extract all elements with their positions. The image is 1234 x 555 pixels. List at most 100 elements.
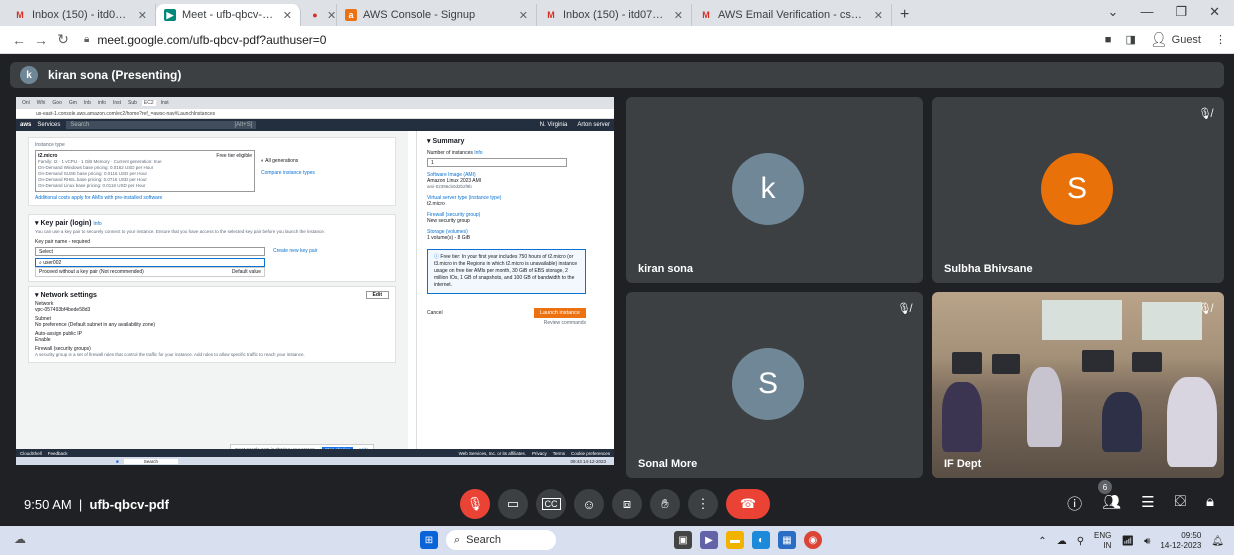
clock[interactable]: 09:50 14-12-2023 [1160, 531, 1201, 551]
instance-type-panel: Instance type t2.micro Free tier eligible… [28, 137, 396, 206]
participant-tile[interactable]: 🎙︎̸ S Sulbha Bhivsane [932, 97, 1224, 283]
minimize-button[interactable]: — [1140, 4, 1153, 20]
lock-icon: 🔒︎ [84, 34, 90, 45]
aws-footer: CloudShell Feedback Web Services, Inc. o… [16, 449, 614, 457]
video-camera-icon: ▭ [506, 496, 520, 511]
mic-off-icon: 🎙︎ [466, 496, 484, 511]
free-tier-box: ⓘ Free tier: In your first year includes… [427, 249, 586, 294]
key-pair-panel: ▾ Key pair (login) Info You can use a ke… [28, 214, 396, 282]
windows-start-icon[interactable]: ⊞ [420, 531, 438, 549]
reload-icon[interactable]: ↻ [52, 31, 74, 48]
avatar: S [732, 348, 804, 420]
speaker-icon[interactable]: 🔊︎ [1144, 536, 1150, 547]
edge-icon[interactable]: ◐ [752, 531, 770, 549]
info-icon[interactable]: ⓘ [1067, 493, 1082, 514]
lock-icon[interactable]: 🔒︎ [1206, 493, 1214, 514]
chrome-icon[interactable]: ◉ [804, 531, 822, 549]
chevron-down-icon[interactable]: ⌄ [1108, 4, 1119, 20]
close-icon[interactable]: ✕ [874, 9, 883, 22]
forward-icon[interactable]: → [30, 32, 52, 48]
taskbar-search[interactable]: ⌕ Search [446, 530, 556, 550]
more-options-button[interactable]: ⋮ [688, 489, 718, 519]
aws-navbar: aws Services Search [Alt+S] N. Virginia … [16, 119, 614, 131]
phone-hangup-icon: ☎︎ [739, 496, 757, 511]
chat-icon[interactable]: ☰ [1141, 493, 1154, 514]
weather-icon[interactable]: ☁ [14, 532, 26, 546]
emoji-button[interactable]: ☺ [574, 489, 604, 519]
close-icon[interactable]: ✕ [138, 9, 147, 22]
people-icon[interactable]: 👥︎ [1102, 493, 1121, 514]
toggle-icon: ◐ [261, 158, 265, 164]
activities-icon[interactable]: ⛋ [1175, 493, 1186, 514]
meet-icon: ▶ [164, 9, 176, 21]
close-window-button[interactable]: ✕ [1209, 4, 1220, 20]
window-controls: ⌄ — ❐ ✕ [1094, 0, 1234, 24]
camera-toggle-button[interactable]: ▭ [498, 489, 528, 519]
camera-icon[interactable]: ■ [1105, 34, 1112, 46]
close-icon[interactable]: ✕ [327, 9, 336, 22]
profile-button[interactable]: 👤︎ Guest [1150, 31, 1201, 48]
mic-toggle-button[interactable]: 🎙︎ [460, 489, 490, 519]
notification-icon[interactable]: 🔔︎ [1211, 536, 1224, 547]
url-field[interactable]: 🔒︎ meet.google.com/ufb-qbcv-pdf?authuser… [84, 33, 1105, 47]
aws-logo-icon: aws [20, 122, 32, 128]
sidepanel-icon[interactable]: ◨ [1125, 33, 1135, 46]
more-vert-icon: ⋮ [696, 496, 710, 511]
avatar-icon: 👤︎ [1149, 31, 1168, 47]
meeting-controls-bar: 9:50 AM | ufb-qbcv-pdf 🎙︎ ▭ CC ☺ ⧈ ✋︎ ⋮ … [0, 480, 1234, 524]
network-panel: ▾ Network settings Edit Network vpc-05749… [28, 286, 396, 363]
end-call-button[interactable]: ☎︎ [726, 489, 770, 519]
shared-url: us-east-1.console.aws.amazon.com/ec2/hom… [16, 109, 614, 119]
tab-recording[interactable]: ● ✕ [301, 4, 337, 26]
summary-panel: ▾ Summary Number of instances Info 1 Sof… [416, 131, 596, 453]
store-icon[interactable]: ▦ [778, 531, 796, 549]
close-icon[interactable]: ✕ [674, 9, 683, 22]
gmail-icon: M [16, 10, 24, 20]
raise-hand-button[interactable]: ✋︎ [650, 489, 680, 519]
tab-gmail-inbox-2[interactable]: M Inbox (150) - itd0776@gmail.co ✕ [537, 4, 692, 26]
participant-tile[interactable]: 🎙︎̸ S Sonal More [626, 292, 923, 478]
emoji-icon: ☺ [582, 496, 596, 512]
task-view-icon[interactable]: ▣ [674, 531, 692, 549]
close-icon[interactable]: ✕ [283, 9, 292, 22]
cloud-icon[interactable]: ☁ [1057, 536, 1067, 547]
captions-icon: CC [541, 498, 561, 510]
wifi-icon[interactable]: 📶︎ [1121, 536, 1134, 547]
meeting-info: 9:50 AM | ufb-qbcv-pdf [24, 497, 169, 512]
present-screen-icon: ⧈ [622, 496, 632, 511]
captions-button[interactable]: CC [536, 489, 566, 519]
close-icon[interactable]: ✕ [519, 9, 528, 22]
participant-tile[interactable]: 🎙︎̸ IF Dept [932, 292, 1224, 478]
chevron-up-icon[interactable]: ⌃ [1038, 536, 1046, 547]
tab-gmail-inbox[interactable]: M Inbox (150) - itd0776@gmail.co ✕ [6, 4, 156, 26]
back-icon[interactable]: ← [8, 32, 30, 48]
gmail-icon: M [702, 10, 710, 20]
restore-button[interactable]: ❐ [1175, 4, 1187, 20]
hand-icon: ✋︎ [661, 496, 669, 511]
presenter-bar: k kiran sona (Presenting) [10, 62, 1224, 88]
launch-form: Instance type t2.micro Free tier eligible… [16, 131, 408, 453]
participant-tile[interactable]: k kiran sona [626, 97, 923, 283]
file-explorer-icon[interactable]: ▬ [726, 531, 744, 549]
mic-off-icon: 🎙︎̸ [897, 303, 911, 315]
gmail-icon: M [547, 10, 555, 20]
new-tab-button[interactable]: + [892, 4, 917, 26]
camera-video [932, 292, 1224, 478]
chat-app-icon[interactable]: ▶ [700, 531, 718, 549]
shared-taskbar: ■ Search 09:43 14-12-2023 [16, 457, 614, 465]
menu-icon[interactable]: ⋮ [1215, 33, 1226, 46]
browser-tab-bar: M Inbox (150) - itd0776@gmail.co ✕ ▶ Mee… [0, 0, 1234, 26]
avatar: S [1041, 153, 1113, 225]
aws-search: Search [Alt+S] [66, 121, 257, 129]
tab-meet[interactable]: ▶ Meet - ufb-qbcv-pdf ✕ [156, 4, 301, 26]
shared-tab-bar: Onl Whi Goo Gm Inb info Inst Sub EC2 Ins… [16, 97, 614, 109]
people-count-badge: 6 [1098, 480, 1112, 494]
language-indicator[interactable]: ENG IN [1094, 531, 1111, 551]
present-button[interactable]: ⧈ [612, 489, 642, 519]
windows-icon: ■ [116, 458, 119, 464]
presenter-label: kiran sona (Presenting) [48, 68, 182, 82]
tab-aws-email[interactable]: M AWS Email Verification - csmog ✕ [692, 4, 892, 26]
tab-aws-console[interactable]: a AWS Console - Signup ✕ [337, 4, 537, 26]
usb-icon[interactable]: ⚲ [1077, 536, 1084, 547]
address-bar: ← → ↻ 🔒︎ meet.google.com/ufb-qbcv-pdf?au… [0, 26, 1234, 54]
